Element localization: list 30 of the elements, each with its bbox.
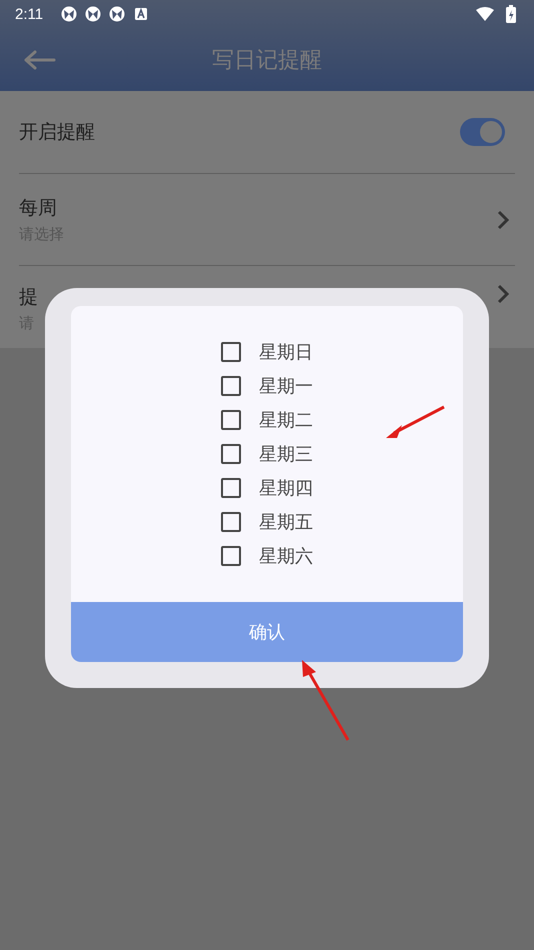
checkbox[interactable] — [221, 478, 241, 498]
checkbox[interactable] — [221, 342, 241, 362]
option-label: 星期日 — [259, 341, 313, 364]
setting-label: 开启提醒 — [19, 120, 95, 145]
notification-icon — [85, 6, 102, 22]
checkbox[interactable] — [221, 376, 241, 396]
status-time: 2:11 — [15, 6, 44, 22]
setting-label: 提 — [19, 285, 38, 310]
notification-icon — [61, 6, 78, 22]
battery-icon — [506, 5, 516, 23]
setting-label: 每周 — [19, 196, 57, 221]
checkbox[interactable] — [221, 546, 241, 566]
option-label: 星期五 — [259, 511, 313, 534]
option-label: 星期四 — [259, 477, 313, 500]
wifi-icon — [476, 7, 494, 21]
option-label: 星期六 — [259, 545, 313, 568]
option-label: 星期一 — [259, 375, 313, 398]
option-label: 星期三 — [259, 443, 313, 466]
notification-icon — [109, 6, 126, 22]
toggle-switch[interactable] — [460, 118, 505, 146]
chevron-right-icon — [497, 284, 509, 304]
checkbox[interactable] — [221, 410, 241, 430]
checkbox[interactable] — [221, 444, 241, 464]
annotation-arrow — [386, 405, 446, 441]
page-title: 写日记提醒 — [211, 46, 323, 74]
keyboard-icon — [135, 8, 148, 20]
option-label: 星期二 — [259, 409, 313, 432]
checkbox[interactable] — [221, 512, 241, 532]
confirm-button[interactable]: 确认 — [71, 602, 463, 662]
chevron-right-icon — [497, 210, 509, 230]
